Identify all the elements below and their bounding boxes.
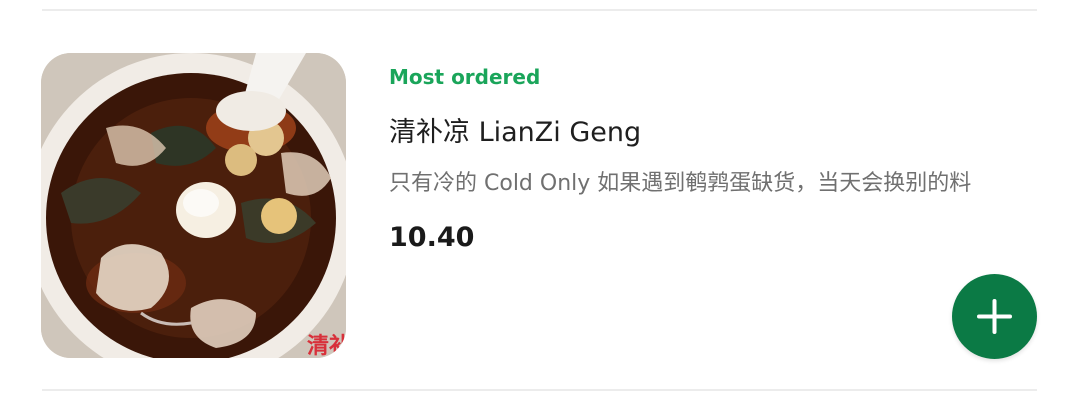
item-price: 10.40 [389,222,475,253]
dessert-bowl-image: 清补 [41,53,346,358]
plus-icon [977,299,1012,334]
item-photo[interactable]: 清补 [41,53,346,358]
item-description: 只有冷的 Cold Only 如果遇到鹌鹑蛋缺货，当天会换别的料 [389,171,972,196]
menu-item-card[interactable]: 清补 Most ordered 清补凉 LianZi Geng 只有冷的 Col… [0,0,1079,400]
most-ordered-badge: Most ordered [389,65,541,89]
item-name[interactable]: 清补凉 LianZi Geng [389,110,641,149]
bottom-divider [42,389,1037,391]
add-to-cart-button[interactable] [952,274,1037,359]
image-overlay-text: 清补 [307,333,346,358]
